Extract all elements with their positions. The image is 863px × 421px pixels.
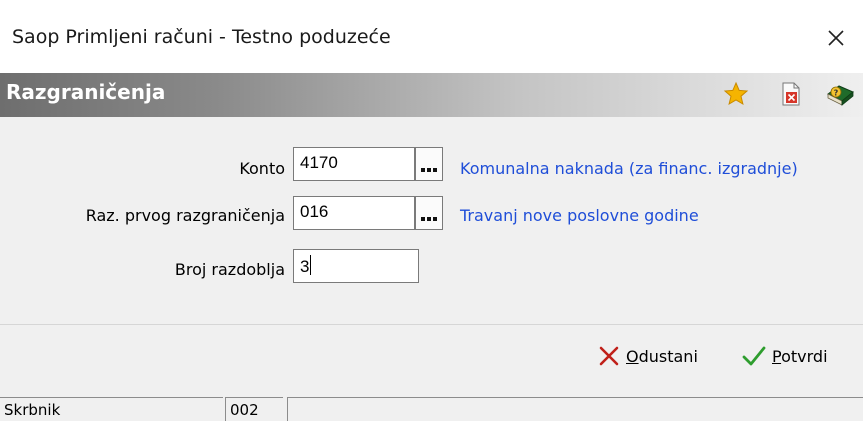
period-count-value: 3 xyxy=(300,257,310,276)
konto-lookup-button[interactable] xyxy=(415,147,443,181)
close-icon xyxy=(828,30,844,46)
checkmark-icon xyxy=(742,346,766,366)
help-button[interactable]: ? xyxy=(825,79,855,109)
first-deferral-description: Travanj nove poslovne godine xyxy=(460,206,699,225)
window-title: Saop Primljeni računi - Testno poduzeće xyxy=(12,26,391,48)
konto-label: Konto xyxy=(239,159,285,178)
confirm-label: Potvrdi xyxy=(772,346,828,366)
confirm-button[interactable]: Potvrdi xyxy=(742,340,828,372)
konto-input[interactable]: 4170 xyxy=(293,147,415,181)
delete-document-icon xyxy=(782,82,800,106)
svg-text:?: ? xyxy=(834,89,839,98)
star-icon xyxy=(723,81,749,106)
first-deferral-input[interactable]: 016 xyxy=(293,196,415,230)
help-book-icon: ? xyxy=(827,85,854,106)
status-user: Skrbnik xyxy=(0,397,223,421)
section-header: Razgraničenja ? xyxy=(0,73,863,117)
text-cursor xyxy=(310,255,312,275)
konto-description: Komunalna naknada (za financ. izgradnje) xyxy=(460,159,798,178)
status-message xyxy=(287,397,863,421)
title-bar: Saop Primljeni računi - Testno poduzeće xyxy=(0,0,863,73)
divider xyxy=(0,324,863,325)
section-title: Razgraničenja xyxy=(6,80,166,104)
ellipsis-icon xyxy=(421,168,425,172)
cancel-button[interactable]: Odustani xyxy=(598,340,698,372)
ellipsis-icon xyxy=(421,217,425,221)
close-button[interactable] xyxy=(818,20,854,56)
cancel-label: Odustani xyxy=(626,346,698,366)
first-deferral-label: Raz. prvog razgraničenja xyxy=(85,206,285,225)
status-code: 002 xyxy=(225,397,283,421)
favorite-button[interactable] xyxy=(721,79,751,109)
delete-document-button[interactable] xyxy=(776,79,806,109)
period-count-label: Broj razdoblja xyxy=(174,260,285,279)
cancel-x-icon xyxy=(599,346,619,366)
status-bar: Skrbnik 002 xyxy=(0,397,863,421)
period-count-input[interactable]: 3 xyxy=(293,249,419,283)
first-deferral-lookup-button[interactable] xyxy=(415,196,443,230)
